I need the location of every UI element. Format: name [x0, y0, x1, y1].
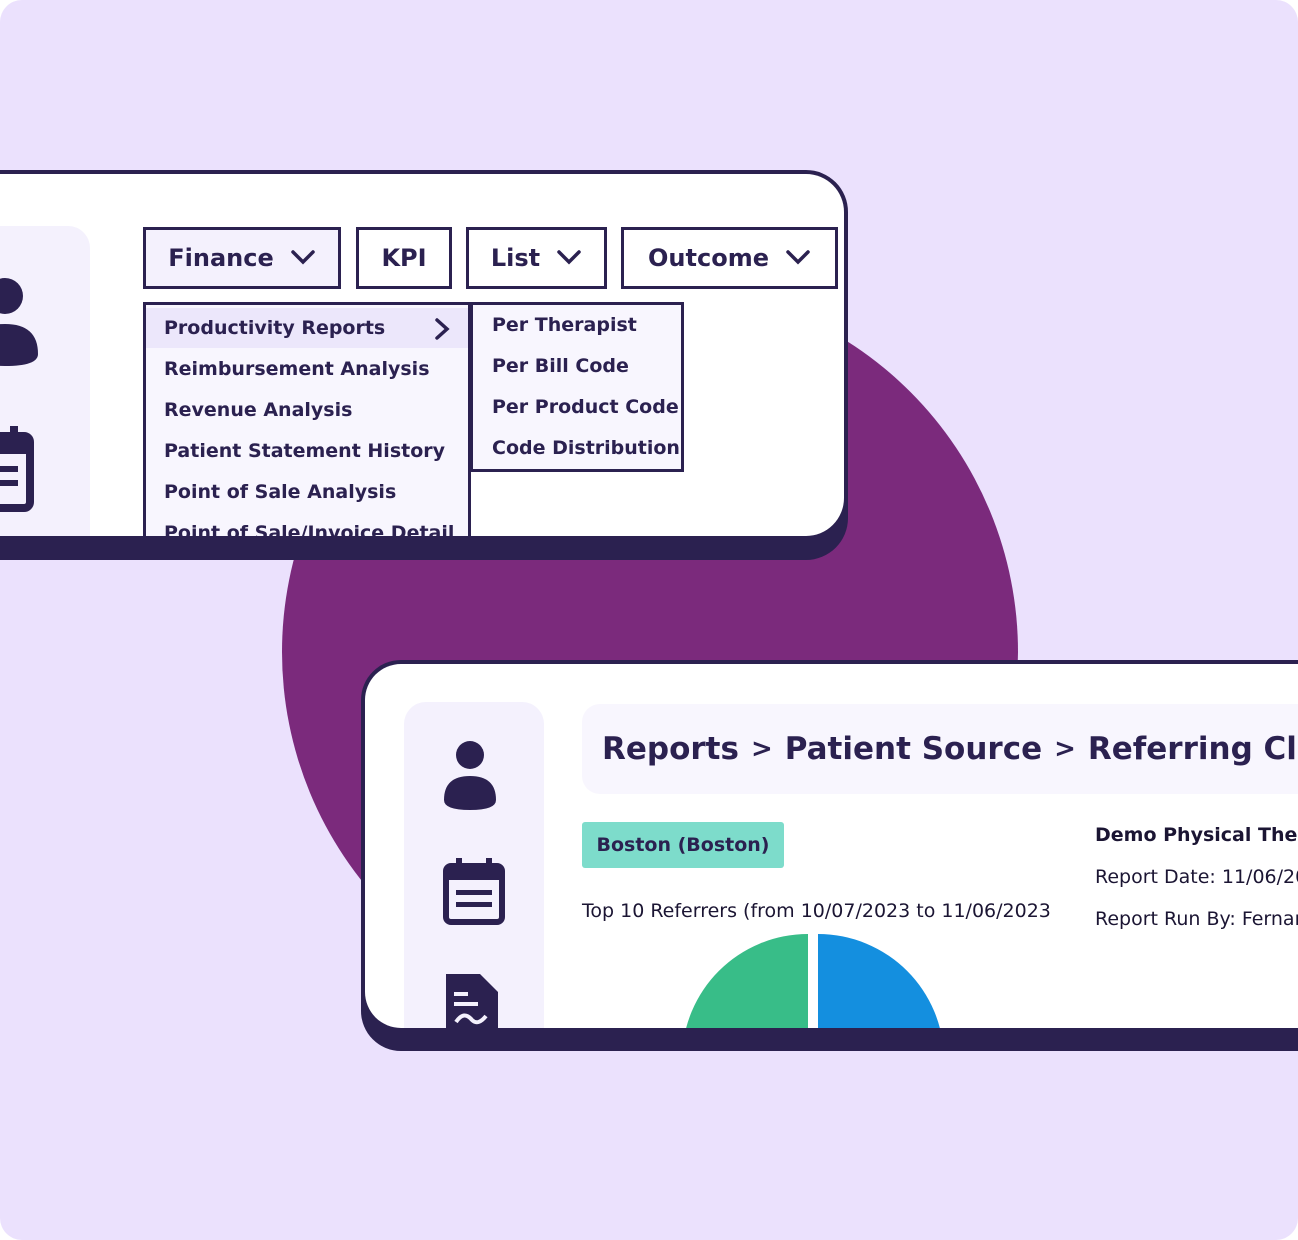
sidebar	[0, 226, 90, 536]
calendar-icon[interactable]	[0, 424, 40, 518]
menu-item-revenue-analysis[interactable]: Revenue Analysis	[146, 390, 468, 430]
sidebar	[404, 702, 544, 1028]
list-menu-label: List	[490, 244, 541, 272]
chevron-down-icon	[291, 250, 315, 265]
breadcrumb: Reports > Patient Source > Referring Cli…	[582, 704, 1298, 794]
breadcrumb-item-reports[interactable]: Reports	[602, 731, 739, 767]
report-window-body: Reports > Patient Source > Referring Cli…	[365, 664, 1298, 1028]
breadcrumb-separator: >	[750, 734, 773, 764]
chart-title: Top 10 Referrers (from 10/07/2023 to 11/…	[582, 900, 1051, 922]
reports-menu-window-body: Finance KPI List Outcome Productivity Re…	[0, 174, 844, 536]
productivity-submenu: Per Therapist Per Bill Code Per Product …	[470, 302, 684, 472]
report-run-by: Report Run By: Fernan	[1095, 908, 1298, 930]
chevron-down-icon	[557, 250, 581, 265]
menu-item-label: Point of Sale/Invoice Detail	[164, 522, 455, 536]
submenu-item-per-bill-code[interactable]: Per Bill Code	[473, 346, 681, 386]
stage: Finance KPI List Outcome Productivity Re…	[0, 0, 1298, 1240]
kpi-menu-button[interactable]: KPI	[356, 227, 452, 289]
submenu-item-label: Per Therapist	[492, 314, 637, 336]
outcome-menu-button[interactable]: Outcome	[621, 227, 838, 289]
report-date: Report Date: 11/06/20	[1095, 866, 1298, 888]
location-badge[interactable]: Boston (Boston)	[582, 822, 784, 868]
menu-item-label: Patient Statement History	[164, 440, 446, 462]
submenu-item-per-product-code[interactable]: Per Product Code	[473, 387, 681, 427]
menu-item-point-of-sale-invoice-detail[interactable]: Point of Sale/Invoice Detail	[146, 513, 468, 536]
menu-item-label: Reimbursement Analysis	[164, 358, 430, 380]
menu-item-label: Revenue Analysis	[164, 399, 353, 421]
list-menu-button[interactable]: List	[466, 227, 607, 289]
chevron-down-icon	[786, 250, 810, 265]
menu-item-label: Productivity Reports	[164, 317, 386, 339]
submenu-item-label: Per Bill Code	[492, 355, 629, 377]
submenu-item-per-therapist[interactable]: Per Therapist	[473, 305, 681, 345]
finance-dropdown: Productivity Reports Reimbursement Analy…	[143, 302, 471, 536]
submenu-item-label: Code Distribution	[492, 437, 680, 459]
menu-item-point-of-sale-analysis[interactable]: Point of Sale Analysis	[146, 472, 468, 512]
finance-menu-label: Finance	[168, 244, 274, 272]
menu-item-productivity-reports[interactable]: Productivity Reports	[146, 308, 468, 348]
submenu-item-code-distribution[interactable]: Code Distribution	[473, 428, 681, 468]
menu-item-label: Point of Sale Analysis	[164, 481, 397, 503]
calendar-icon[interactable]	[442, 856, 506, 930]
menu-item-patient-statement-history[interactable]: Patient Statement History	[146, 431, 468, 471]
submenu-item-label: Per Product Code	[492, 396, 679, 418]
person-icon[interactable]	[0, 276, 40, 370]
clinic-name: Demo Physical Thera	[1095, 824, 1298, 846]
reports-menu-window: Finance KPI List Outcome Productivity Re…	[0, 170, 848, 560]
report-window: Reports > Patient Source > Referring Cli…	[361, 660, 1298, 1051]
person-icon[interactable]	[442, 740, 498, 816]
breadcrumb-item-patient-source[interactable]: Patient Source	[785, 731, 1042, 767]
pie-slice[interactable]	[818, 934, 941, 1028]
breadcrumb-item-referring-clinician[interactable]: Referring Clinici	[1088, 731, 1298, 767]
finance-menu-button[interactable]: Finance	[143, 227, 341, 289]
pie-chart	[685, 934, 941, 1028]
outcome-menu-label: Outcome	[648, 244, 769, 272]
chevron-right-icon	[435, 318, 450, 340]
breadcrumb-separator: >	[1054, 734, 1076, 764]
menu-item-reimbursement-analysis[interactable]: Reimbursement Analysis	[146, 349, 468, 389]
document-icon[interactable]	[442, 970, 502, 1028]
pie-slice[interactable]	[685, 934, 808, 1028]
kpi-menu-label: KPI	[381, 244, 427, 272]
